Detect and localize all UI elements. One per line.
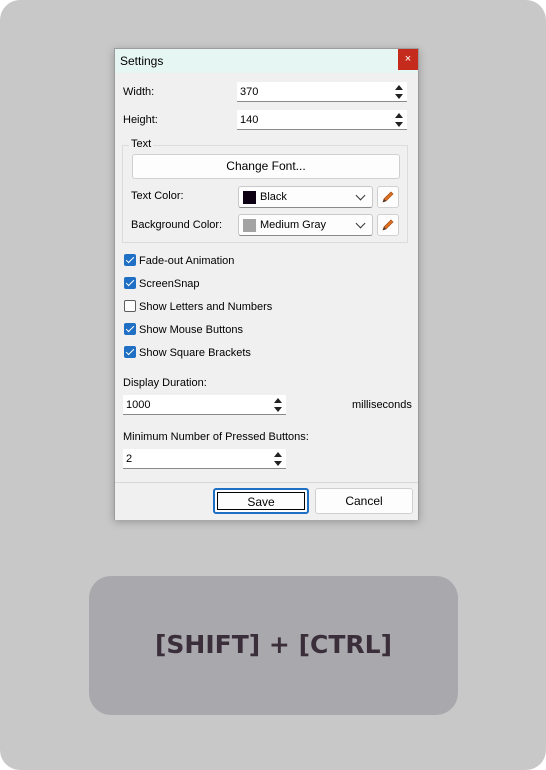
display-duration-label: Display Duration:	[123, 377, 207, 389]
fade-out-animation-label: Fade-out Animation	[139, 255, 235, 267]
display-duration-value: 1000	[126, 399, 151, 411]
settings-dialog: Settings × Width: 370 Height: 140 Text C…	[114, 48, 419, 520]
screensnap-checkbox[interactable]	[124, 277, 136, 289]
width-value: 370	[240, 86, 259, 98]
height-value: 140	[240, 114, 259, 126]
spin-up-icon[interactable]	[395, 113, 403, 118]
spin-down-icon[interactable]	[395, 122, 403, 127]
key-overlay: [SHIFT] + [CTRL]	[89, 576, 458, 715]
dialog-footer: Save Cancel	[115, 482, 418, 520]
key-overlay-text: [SHIFT] + [CTRL]	[155, 630, 392, 659]
cancel-label: Cancel	[345, 494, 383, 508]
background-color-edit-button[interactable]	[377, 214, 399, 236]
text-color-edit-button[interactable]	[377, 186, 399, 208]
spin-down-icon[interactable]	[395, 94, 403, 99]
save-label: Save	[247, 495, 275, 509]
text-group-title: Text	[129, 138, 154, 150]
background-color-value: Medium Gray	[260, 219, 327, 231]
text-color-select[interactable]: Black	[238, 186, 373, 208]
save-button[interactable]: Save	[213, 488, 309, 514]
title-bar[interactable]: Settings ×	[115, 49, 418, 73]
background-color-label: Background Color:	[131, 219, 223, 231]
show-letters-numbers-checkbox[interactable]	[124, 300, 136, 312]
show-mouse-buttons-label: Show Mouse Buttons	[139, 324, 243, 336]
min-pressed-label: Minimum Number of Pressed Buttons:	[123, 431, 309, 443]
text-color-value: Black	[260, 191, 287, 203]
spin-down-icon[interactable]	[274, 407, 282, 412]
width-label: Width:	[123, 86, 155, 98]
height-spinner[interactable]: 140	[237, 110, 407, 130]
chevron-down-icon	[355, 190, 366, 201]
dialog-title: Settings	[120, 54, 164, 68]
show-square-brackets-checkbox[interactable]	[124, 346, 136, 358]
min-pressed-value: 2	[126, 453, 133, 465]
width-spinner[interactable]: 370	[237, 82, 407, 102]
duration-unit-label: milliseconds	[352, 399, 412, 411]
min-pressed-spin-arrows[interactable]	[272, 451, 284, 467]
show-square-brackets-label: Show Square Brackets	[139, 347, 251, 359]
height-label: Height:	[123, 114, 158, 126]
height-spin-arrows[interactable]	[393, 112, 405, 128]
spin-up-icon[interactable]	[274, 398, 282, 403]
pencil-icon	[382, 191, 394, 203]
width-spin-arrows[interactable]	[393, 84, 405, 100]
text-color-label: Text Color:	[131, 190, 184, 202]
spin-down-icon[interactable]	[274, 461, 282, 466]
duration-spin-arrows[interactable]	[272, 397, 284, 413]
text-color-swatch	[243, 191, 256, 204]
pencil-icon	[382, 219, 394, 231]
change-font-label: Change Font...	[226, 159, 306, 173]
show-mouse-buttons-checkbox[interactable]	[124, 323, 136, 335]
min-pressed-spinner[interactable]: 2	[123, 449, 286, 469]
display-duration-spinner[interactable]: 1000	[123, 395, 286, 415]
spin-up-icon[interactable]	[274, 452, 282, 457]
close-icon: ×	[404, 53, 412, 65]
cancel-button[interactable]: Cancel	[315, 488, 413, 514]
background-color-swatch	[243, 219, 256, 232]
close-button[interactable]: ×	[398, 49, 418, 70]
screensnap-label: ScreenSnap	[139, 278, 200, 290]
spin-up-icon[interactable]	[395, 85, 403, 90]
chevron-down-icon	[355, 218, 366, 229]
background-color-select[interactable]: Medium Gray	[238, 214, 373, 236]
show-letters-numbers-label: Show Letters and Numbers	[139, 301, 273, 313]
change-font-button[interactable]: Change Font...	[132, 154, 400, 179]
fade-out-animation-checkbox[interactable]	[124, 254, 136, 266]
